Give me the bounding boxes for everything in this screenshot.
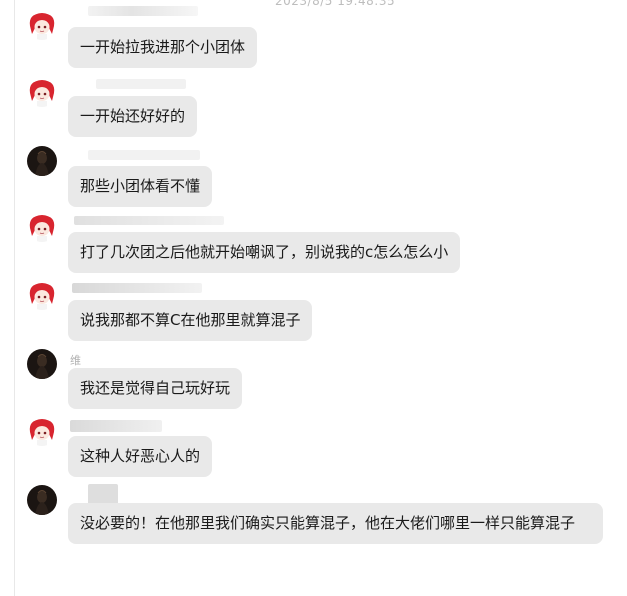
redacted-name xyxy=(88,6,198,16)
dark-figure-avatar[interactable] xyxy=(27,146,57,176)
message-bubble[interactable]: 没必要的！在他那里我们确实只能算混子，他在大佬们哪里一样只能算混子 xyxy=(68,503,603,544)
redacted-name xyxy=(88,150,200,160)
message-timestamp: 2023/8/5 19:48:35 xyxy=(275,0,396,8)
message-bubble[interactable]: 说我那都不算C在他那里就算混子 xyxy=(68,300,313,341)
message-bubble[interactable]: 打了几次团之后他就开始嘲讽了，别说我的c怎么怎么小 xyxy=(68,232,461,273)
dark-figure-avatar[interactable] xyxy=(27,485,57,515)
message-bubble[interactable]: 我还是觉得自己玩好玩 xyxy=(68,368,243,409)
chat-left-divider xyxy=(14,0,15,596)
redhead-chibi-avatar[interactable] xyxy=(27,212,57,242)
redhead-chibi-avatar[interactable] xyxy=(27,77,57,107)
redhead-chibi-avatar[interactable] xyxy=(27,10,57,40)
redhead-chibi-avatar[interactable] xyxy=(27,416,57,446)
sender-nickname: 维 xyxy=(70,354,81,367)
message-bubble[interactable]: 一开始还好好的 xyxy=(68,96,198,137)
message-bubble[interactable]: 那些小团体看不懂 xyxy=(68,166,213,207)
redacted-name xyxy=(74,216,224,225)
dark-figure-avatar[interactable] xyxy=(27,349,57,379)
redhead-chibi-avatar[interactable] xyxy=(27,280,57,310)
message-bubble[interactable]: 一开始拉我进那个小团体 xyxy=(68,27,258,68)
redacted-name xyxy=(70,420,162,432)
redacted-name xyxy=(96,79,186,89)
message-bubble[interactable]: 这种人好恶心人的 xyxy=(68,436,213,477)
redacted-name xyxy=(72,283,202,293)
